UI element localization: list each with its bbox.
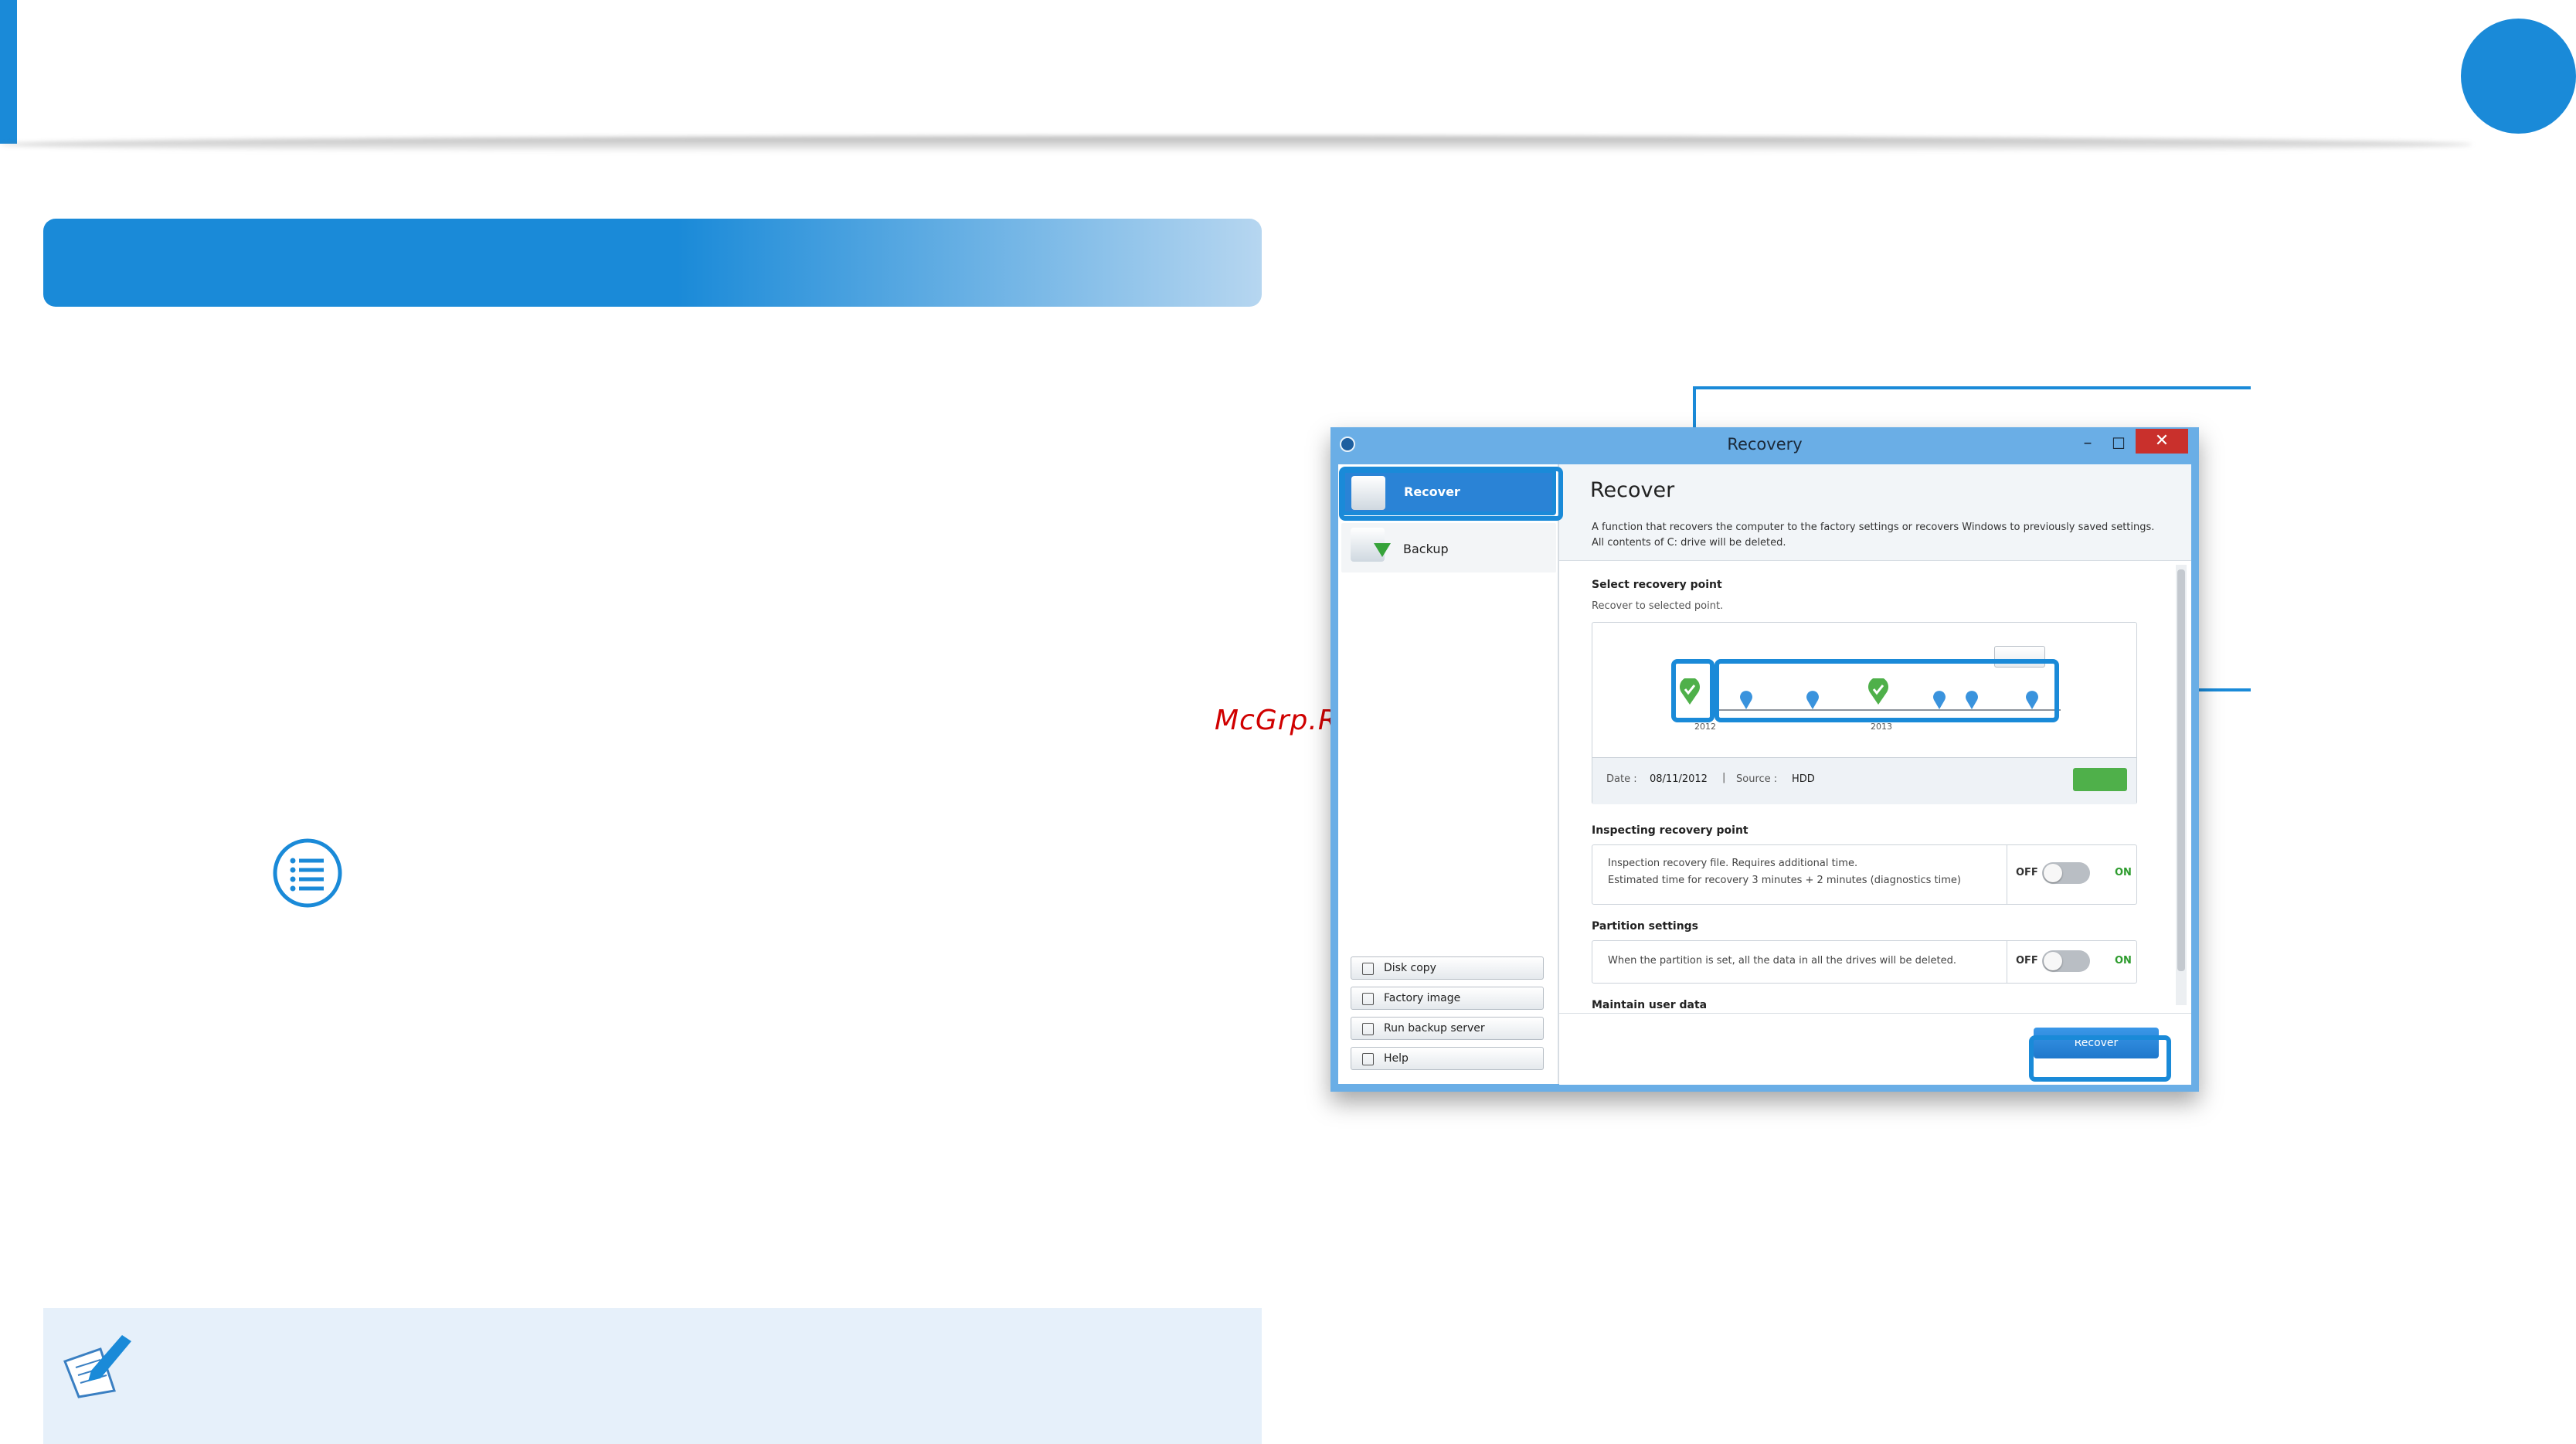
backup-server-icon	[1362, 1023, 1374, 1035]
select-point-sub: Recover to selected point.	[1592, 600, 1724, 612]
window-body: Recover Backup Disk copy Factory image R…	[1338, 464, 2191, 1085]
toggle-on-label: ON	[2115, 955, 2132, 967]
timeline-footer: Date : 08/11/2012 | Source : HDD	[1592, 757, 2136, 804]
page-accent-bar	[0, 0, 17, 144]
note-box	[43, 1308, 1262, 1444]
header-rule	[0, 136, 2472, 153]
factory-image-icon	[1362, 993, 1374, 1005]
factory-image-button[interactable]: Factory image	[1351, 987, 1544, 1010]
separator: |	[1722, 772, 1726, 783]
date-value: 08/11/2012	[1650, 773, 1708, 785]
sidebar-item-backup[interactable]: Backup	[1341, 523, 1556, 573]
inspecting-option: Inspection recovery file. Requires addit…	[1592, 844, 2137, 905]
date-label: Date :	[1606, 773, 1637, 785]
highlight-recover-button	[2029, 1035, 2171, 1082]
title-bar: Recovery – ☐ ✕	[1330, 427, 2199, 463]
sidebar-item-label: Backup	[1403, 542, 1449, 556]
toggle-off-label: OFF	[2016, 955, 2038, 967]
toggle-on-label: ON	[2115, 867, 2132, 878]
highlight-other-points	[1715, 659, 2059, 722]
content-header: Recover A function that recovers the com…	[1559, 464, 2191, 561]
content-pane: Recover A function that recovers the com…	[1559, 464, 2191, 1085]
run-backup-server-button[interactable]: Run backup server	[1351, 1017, 1544, 1040]
toggle-off-label: OFF	[2016, 867, 2038, 878]
year-label: 2012	[1694, 722, 1716, 732]
section-banner	[43, 219, 1262, 307]
inspecting-toggle[interactable]	[2042, 862, 2090, 884]
inspecting-line-1: Inspection recovery file. Requires addit…	[1608, 858, 1858, 869]
partition-option: When the partition is set, all the data …	[1592, 940, 2137, 984]
chapter-circle	[2461, 19, 2576, 134]
select-point-label: Select recovery point	[1592, 579, 1722, 591]
partition-line-1: When the partition is set, all the data …	[1608, 955, 1956, 967]
inspecting-label: Inspecting recovery point	[1592, 824, 1748, 837]
minimize-button[interactable]: –	[2072, 432, 2103, 455]
download-arrow-icon	[1374, 543, 1391, 557]
source-value: HDD	[1792, 773, 1815, 785]
note-pencil-icon	[63, 1335, 131, 1398]
page-title: Recover	[1590, 478, 1675, 502]
help-icon	[1362, 1053, 1374, 1065]
disk-copy-icon	[1362, 963, 1374, 975]
maintain-label: Maintain user data	[1592, 999, 1708, 1011]
sidebar: Recover Backup Disk copy Factory image R…	[1338, 464, 1559, 1084]
window-title: Recovery	[1727, 435, 1803, 454]
highlight-selected-point	[1671, 659, 1715, 722]
source-label: Source :	[1736, 773, 1778, 785]
help-button[interactable]: Help	[1351, 1047, 1544, 1070]
view-details-button[interactable]	[2073, 768, 2127, 791]
partition-toggle[interactable]	[2042, 950, 2090, 972]
description-line-1: A function that recovers the computer to…	[1592, 522, 2155, 533]
maximize-button[interactable]: ☐	[2103, 432, 2134, 455]
year-label: 2013	[1871, 722, 1892, 732]
description-line-2: All contents of C: drive will be deleted…	[1592, 537, 1786, 549]
close-button[interactable]: ✕	[2136, 429, 2188, 454]
list-icon	[273, 838, 342, 908]
scrollbar-thumb[interactable]	[2177, 569, 2185, 971]
recovery-window: Recovery – ☐ ✕ Recover Backup Disk copy …	[1330, 427, 2199, 1092]
highlight-recover-menu	[1339, 467, 1563, 521]
callout-line-top	[1693, 386, 2251, 389]
partition-label: Partition settings	[1592, 920, 1699, 933]
inspecting-line-2: Estimated time for recovery 3 minutes + …	[1608, 875, 1961, 886]
disk-copy-button[interactable]: Disk copy	[1351, 956, 1544, 980]
